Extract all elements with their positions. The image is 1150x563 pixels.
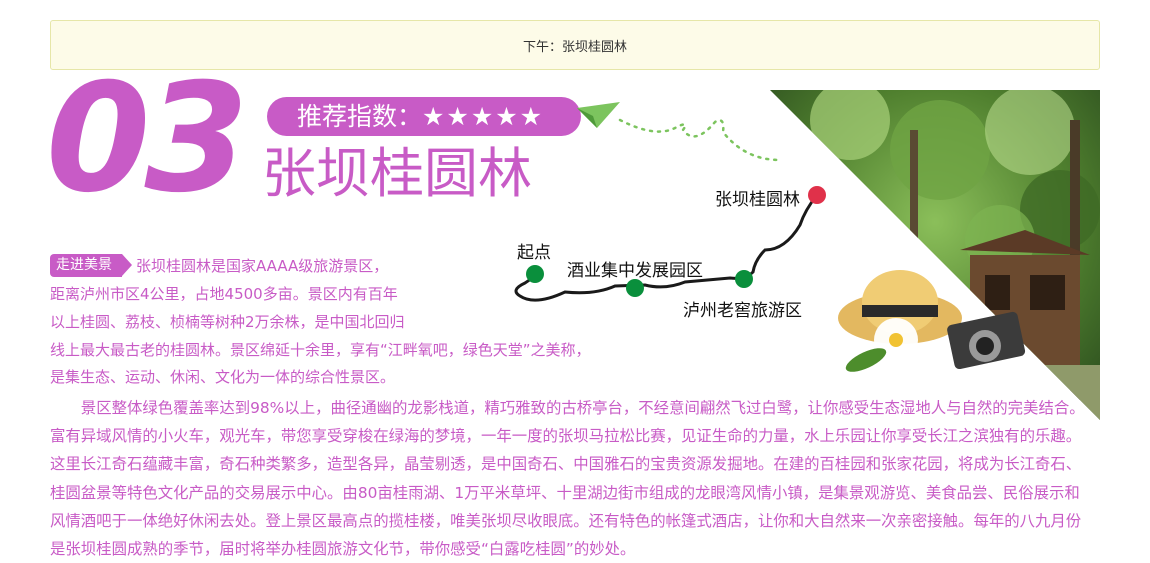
paper-plane-illustration	[577, 102, 782, 162]
route-stop-distillery-park	[626, 279, 644, 297]
map-label-destination: 张坝桂圆林	[715, 190, 800, 210]
intro-badge: 走进美景	[50, 254, 132, 277]
map-label-distillery-park: 酒业集中发展园区	[567, 261, 703, 281]
route-stop-start	[526, 265, 544, 283]
section-number: 03	[46, 52, 249, 226]
rating-pill: 推荐指数：★★★★★	[267, 97, 581, 136]
route-stop-laojiao	[735, 270, 753, 288]
intro-line: 距离泸州市区4公里，占地4500多亩。景区内有百年	[50, 285, 398, 303]
rating-stars: ★★★★★	[422, 102, 545, 131]
banner-text: 下午：张坝桂圆林	[522, 39, 627, 55]
description-paragraph: 景区整体绿色覆盖率达到98%以上，曲径通幽的龙影栈道，精巧雅致的古桥亭台，不经意…	[50, 399, 1085, 559]
rating-label: 推荐指数：	[297, 102, 423, 131]
intro-line: 线上最大最古老的桂圆林。景区绵延十余里，享有“江畔氧吧，绿色天堂”之美称，	[50, 341, 591, 359]
intro-line: 以上桂圆、荔枝、桢楠等树种2万余株，是中国北回归	[50, 313, 405, 331]
intro-line: 是集生态、运动、休闲、文化为一体的综合性景区。	[50, 368, 396, 386]
page-title: 张坝桂圆林	[262, 142, 532, 205]
map-label-laojiao: 泸州老窖旅游区	[683, 301, 802, 321]
route-stop-destination	[808, 186, 826, 204]
map-label-start: 起点	[517, 243, 551, 263]
intro-line: 张坝桂圆林是国家AAAA级旅游景区，	[136, 257, 389, 275]
paper-plane-icon	[577, 102, 620, 128]
